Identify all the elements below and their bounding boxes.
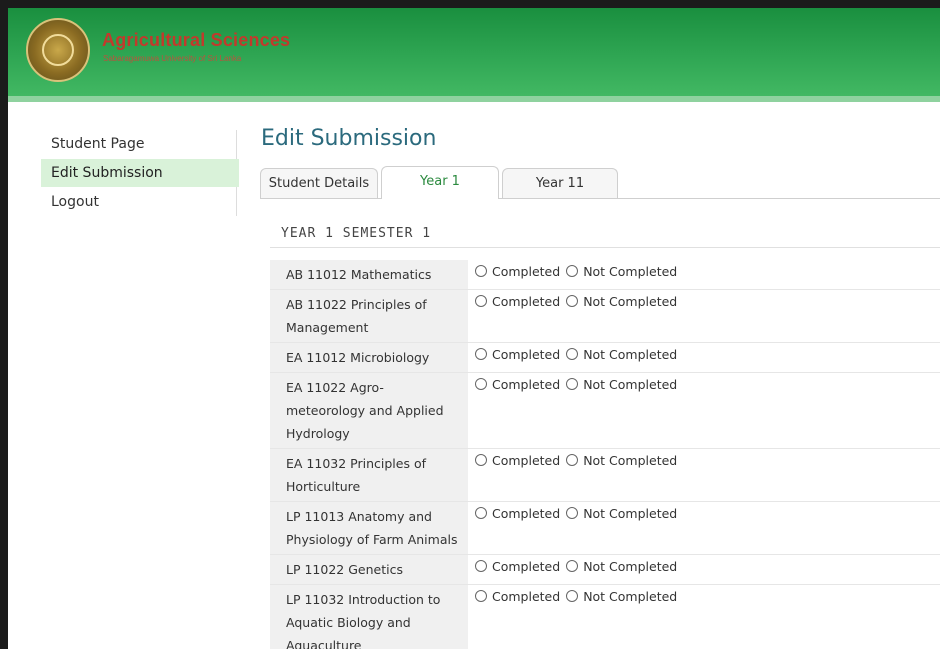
site-header: Agricultural Sciences Sabaragamuwa Unive…	[8, 8, 940, 96]
sidebar-item-logout[interactable]: Logout	[41, 188, 239, 216]
course-name: LP 11013 Anatomy and Physiology of Farm …	[270, 502, 469, 554]
completed-label: Completed	[492, 377, 561, 392]
table-row: AB 11012 Mathematics Completed Not Complet…	[270, 260, 940, 290]
completion-options: Completed Not Completed	[475, 559, 683, 574]
completed-radio[interactable]	[475, 378, 487, 390]
not-completed-radio[interactable]	[566, 265, 579, 277]
completion-options: Completed Not Completed	[475, 377, 683, 392]
completed-radio[interactable]	[475, 265, 487, 277]
not-completed-label: Not Completed	[583, 377, 678, 392]
completion-options: Completed Not Completed	[475, 589, 683, 604]
completed-radio[interactable]	[475, 348, 487, 360]
table-row: EA 11032 Principles of Horticulture Compl…	[270, 449, 940, 502]
completion-options: Completed Not Completed	[475, 506, 683, 521]
not-completed-label: Not Completed	[583, 453, 678, 468]
tab-bar: Student Details Year 1 Year 11	[260, 166, 940, 199]
course-name: EA 11032 Principles of Horticulture	[270, 449, 469, 501]
not-completed-radio[interactable]	[566, 507, 579, 519]
completed-label: Completed	[492, 589, 561, 604]
sidebar-item-student-page[interactable]: Student Page	[41, 130, 239, 158]
tab-student-details[interactable]: Student Details	[260, 168, 378, 198]
course-name: AB 11012 Mathematics	[270, 260, 469, 289]
completed-radio[interactable]	[475, 560, 487, 572]
tab-year-1[interactable]: Year 1	[381, 166, 499, 199]
completed-label: Completed	[492, 559, 561, 574]
table-row: EA 11012 Microbiology Completed Not Comple…	[270, 343, 940, 373]
course-name: LP 11022 Genetics	[270, 555, 469, 584]
browser-frame: Agricultural Sciences Sabaragamuwa Unive…	[0, 0, 940, 649]
not-completed-radio[interactable]	[566, 590, 579, 602]
completed-label: Completed	[492, 506, 561, 521]
tab-year-11[interactable]: Year 11	[502, 168, 618, 198]
page-title: Edit Submission	[261, 126, 437, 151]
completed-label: Completed	[492, 347, 561, 362]
completed-label: Completed	[492, 294, 561, 309]
university-logo-icon	[26, 18, 90, 82]
not-completed-label: Not Completed	[583, 589, 678, 604]
table-row: LP 11032 Introduction to Aquatic Biology…	[270, 585, 940, 649]
completed-label: Completed	[492, 453, 561, 468]
not-completed-label: Not Completed	[583, 559, 678, 574]
course-table: AB 11012 Mathematics Completed Not Complet…	[270, 260, 940, 649]
not-completed-radio[interactable]	[566, 454, 579, 466]
table-row: AB 11022 Principles of Management Complet…	[270, 290, 940, 343]
site-subtitle: Sabaragamuwa University of Sri Lanka	[103, 54, 242, 63]
not-completed-radio[interactable]	[566, 348, 579, 360]
completed-radio[interactable]	[475, 507, 487, 519]
not-completed-label: Not Completed	[583, 294, 678, 309]
course-name: EA 11022 Agro-meteorology and Applied Hy…	[270, 373, 469, 448]
header-divider	[8, 96, 940, 102]
not-completed-radio[interactable]	[566, 295, 579, 307]
course-name: AB 11022 Principles of Management	[270, 290, 469, 342]
semester-heading: YEAR 1 SEMESTER 1	[281, 226, 432, 241]
not-completed-label: Not Completed	[583, 347, 678, 362]
course-name: LP 11032 Introduction to Aquatic Biology…	[270, 585, 469, 649]
section-divider	[270, 247, 940, 248]
course-name: EA 11012 Microbiology	[270, 343, 469, 372]
completion-options: Completed Not Completed	[475, 294, 683, 309]
not-completed-label: Not Completed	[583, 506, 678, 521]
completed-radio[interactable]	[475, 590, 487, 602]
table-row: EA 11022 Agro-meteorology and Applied Hy…	[270, 373, 940, 449]
not-completed-radio[interactable]	[566, 560, 579, 572]
not-completed-radio[interactable]	[566, 378, 579, 390]
completion-options: Completed Not Completed	[475, 453, 683, 468]
completed-radio[interactable]	[475, 454, 487, 466]
sidebar-nav: Student Page Edit Submission Logout	[41, 130, 239, 216]
site-title: Agricultural Sciences	[102, 30, 291, 50]
sidebar-item-edit-submission[interactable]: Edit Submission	[41, 159, 239, 187]
completion-options: Completed Not Completed	[475, 264, 683, 279]
not-completed-label: Not Completed	[583, 264, 678, 279]
table-row: LP 11022 Genetics Completed Not Completed	[270, 555, 940, 585]
completion-options: Completed Not Completed	[475, 347, 683, 362]
completed-radio[interactable]	[475, 295, 487, 307]
completed-label: Completed	[492, 264, 561, 279]
table-row: LP 11013 Anatomy and Physiology of Farm …	[270, 502, 940, 555]
